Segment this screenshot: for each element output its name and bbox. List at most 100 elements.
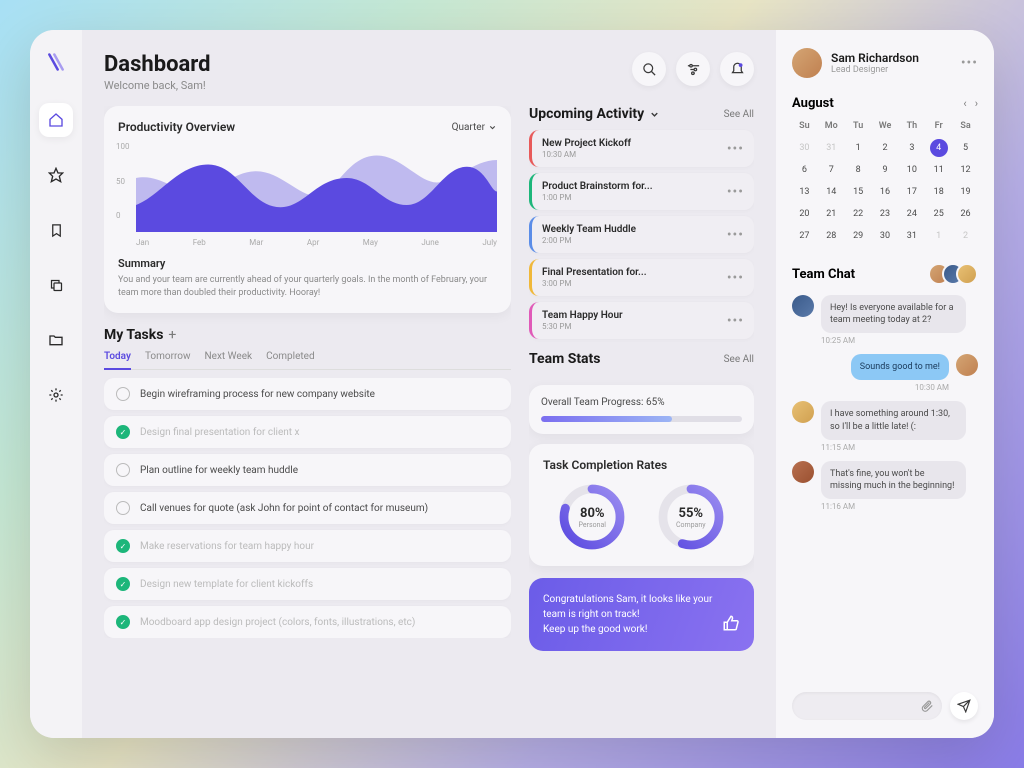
calendar-day[interactable]: 11 (926, 161, 951, 179)
message-time: 11:16 AM (821, 502, 966, 511)
message-avatar[interactable] (792, 295, 814, 317)
calendar-day[interactable]: 22 (846, 205, 871, 223)
congrats-banner: Congratulations Sam, it looks like your … (529, 578, 754, 651)
tab-completed[interactable]: Completed (266, 351, 315, 369)
activity-menu[interactable]: ••• (727, 227, 744, 243)
period-selector[interactable]: Quarter (452, 122, 497, 133)
tab-today[interactable]: Today (104, 351, 131, 370)
message-avatar[interactable] (792, 401, 814, 423)
summary-text: You and your team are currently ahead of… (118, 274, 497, 299)
calendar-day[interactable]: 25 (926, 205, 951, 223)
task-item[interactable]: ✓Design new template for client kickoffs (104, 568, 511, 600)
calendar-day[interactable]: 21 (819, 205, 844, 223)
activity-item[interactable]: Weekly Team Huddle2:00 PM••• (529, 216, 754, 253)
calendar-day[interactable]: 2 (953, 227, 978, 245)
activity-title: Weekly Team Huddle (542, 224, 636, 235)
activity-menu[interactable]: ••• (727, 313, 744, 329)
calendar-day[interactable]: 10 (899, 161, 924, 179)
filter-button[interactable] (676, 52, 710, 86)
calendar-day[interactable]: 15 (846, 183, 871, 201)
calendar-day[interactable]: 30 (792, 139, 817, 157)
calendar-next[interactable]: › (975, 97, 978, 110)
nav-bookmark[interactable] (39, 213, 73, 247)
calendar-day[interactable]: 4 (930, 139, 948, 157)
activity-menu[interactable]: ••• (727, 184, 744, 200)
profile-avatar[interactable] (792, 48, 822, 78)
nav-folder[interactable] (39, 323, 73, 357)
task-item[interactable]: Call venues for quote (ask John for poin… (104, 492, 511, 524)
calendar-day[interactable]: 29 (846, 227, 871, 245)
tab-tomorrow[interactable]: Tomorrow (145, 351, 191, 369)
calendar-day[interactable]: 31 (899, 227, 924, 245)
search-button[interactable] (632, 52, 666, 86)
task-item[interactable]: Begin wireframing process for new compan… (104, 378, 511, 410)
task-checkbox[interactable] (116, 387, 130, 401)
profile-menu[interactable]: ••• (961, 55, 978, 71)
task-checkbox[interactable]: ✓ (116, 539, 130, 553)
calendar-day[interactable]: 20 (792, 205, 817, 223)
calendar-day[interactable]: 7 (819, 161, 844, 179)
chat-input-field[interactable] (792, 692, 942, 720)
task-item[interactable]: ✓Make reservations for team happy hour (104, 530, 511, 562)
calendar-day[interactable]: 31 (819, 139, 844, 157)
calendar-day[interactable]: 19 (953, 183, 978, 201)
team-stats-see-all[interactable]: See All (724, 354, 754, 365)
message-avatar[interactable] (792, 461, 814, 483)
calendar-day[interactable]: 16 (873, 183, 898, 201)
calendar-day[interactable]: 18 (926, 183, 951, 201)
calendar-day[interactable]: 5 (953, 139, 978, 157)
calendar-day[interactable]: 2 (873, 139, 898, 157)
calendar-day[interactable]: 6 (792, 161, 817, 179)
calendar-day[interactable]: 8 (846, 161, 871, 179)
activity-item[interactable]: Final Presentation for...3:00 PM••• (529, 259, 754, 296)
add-task-button[interactable]: + (168, 327, 176, 343)
task-checkbox[interactable] (116, 501, 130, 515)
calendar-day[interactable]: 14 (819, 183, 844, 201)
activity-item[interactable]: New Project Kickoff10:30 AM••• (529, 130, 754, 167)
calendar-day[interactable]: 9 (873, 161, 898, 179)
calendar-day[interactable]: 17 (899, 183, 924, 201)
calendar-day[interactable]: 23 (873, 205, 898, 223)
calendar-day[interactable]: 28 (819, 227, 844, 245)
calendar-day[interactable]: 30 (873, 227, 898, 245)
task-checkbox[interactable]: ✓ (116, 425, 130, 439)
task-item[interactable]: ✓ Moodboard app design project (colors, f… (104, 606, 511, 638)
calendar-day[interactable]: 12 (953, 161, 978, 179)
chat-participants[interactable] (936, 263, 978, 285)
nav-settings[interactable] (39, 378, 73, 412)
activity-menu[interactable]: ••• (727, 141, 744, 157)
task-item[interactable]: ✓Design final presentation for client x (104, 416, 511, 448)
calendar-grid: SuMoTuWeThFrSa30311234567891011121314151… (792, 121, 978, 245)
tab-next-week[interactable]: Next Week (205, 351, 253, 369)
calendar-day[interactable]: 27 (792, 227, 817, 245)
calendar-day[interactable]: 1 (846, 139, 871, 157)
activity-time: 5:30 PM (542, 322, 623, 331)
upcoming-title[interactable]: Upcoming Activity (529, 106, 660, 122)
calendar-day[interactable]: 13 (792, 183, 817, 201)
upcoming-see-all[interactable]: See All (724, 109, 754, 120)
task-checkbox[interactable]: ✓ (116, 577, 130, 591)
activity-title: Team Happy Hour (542, 310, 623, 321)
calendar-prev[interactable]: ‹ (963, 97, 966, 110)
notifications-button[interactable] (720, 52, 754, 86)
activity-title: New Project Kickoff (542, 138, 631, 149)
calendar-day[interactable]: 3 (899, 139, 924, 157)
activity-menu[interactable]: ••• (727, 270, 744, 286)
activity-item[interactable]: Team Happy Hour5:30 PM ••• (529, 302, 754, 339)
nav-home[interactable] (39, 103, 73, 137)
attach-icon[interactable] (920, 699, 934, 713)
task-checkbox[interactable]: ✓ (116, 615, 130, 629)
task-text: Moodboard app design project (colors, fo… (140, 617, 415, 628)
activity-item[interactable]: Product Brainstorm for...1:00 PM••• (529, 173, 754, 210)
nav-copy[interactable] (39, 268, 73, 302)
congrats-text: Congratulations Sam, it looks like your … (543, 592, 722, 637)
message-avatar[interactable] (956, 354, 978, 376)
send-button[interactable] (950, 692, 978, 720)
task-item[interactable]: Plan outline for weekly team huddle (104, 454, 511, 486)
calendar-day[interactable]: 24 (899, 205, 924, 223)
chart-x-axis: JanFebMarAprMayJuneJuly (118, 238, 497, 247)
calendar-day[interactable]: 26 (953, 205, 978, 223)
task-checkbox[interactable] (116, 463, 130, 477)
calendar-day[interactable]: 1 (926, 227, 951, 245)
nav-star[interactable] (39, 158, 73, 192)
